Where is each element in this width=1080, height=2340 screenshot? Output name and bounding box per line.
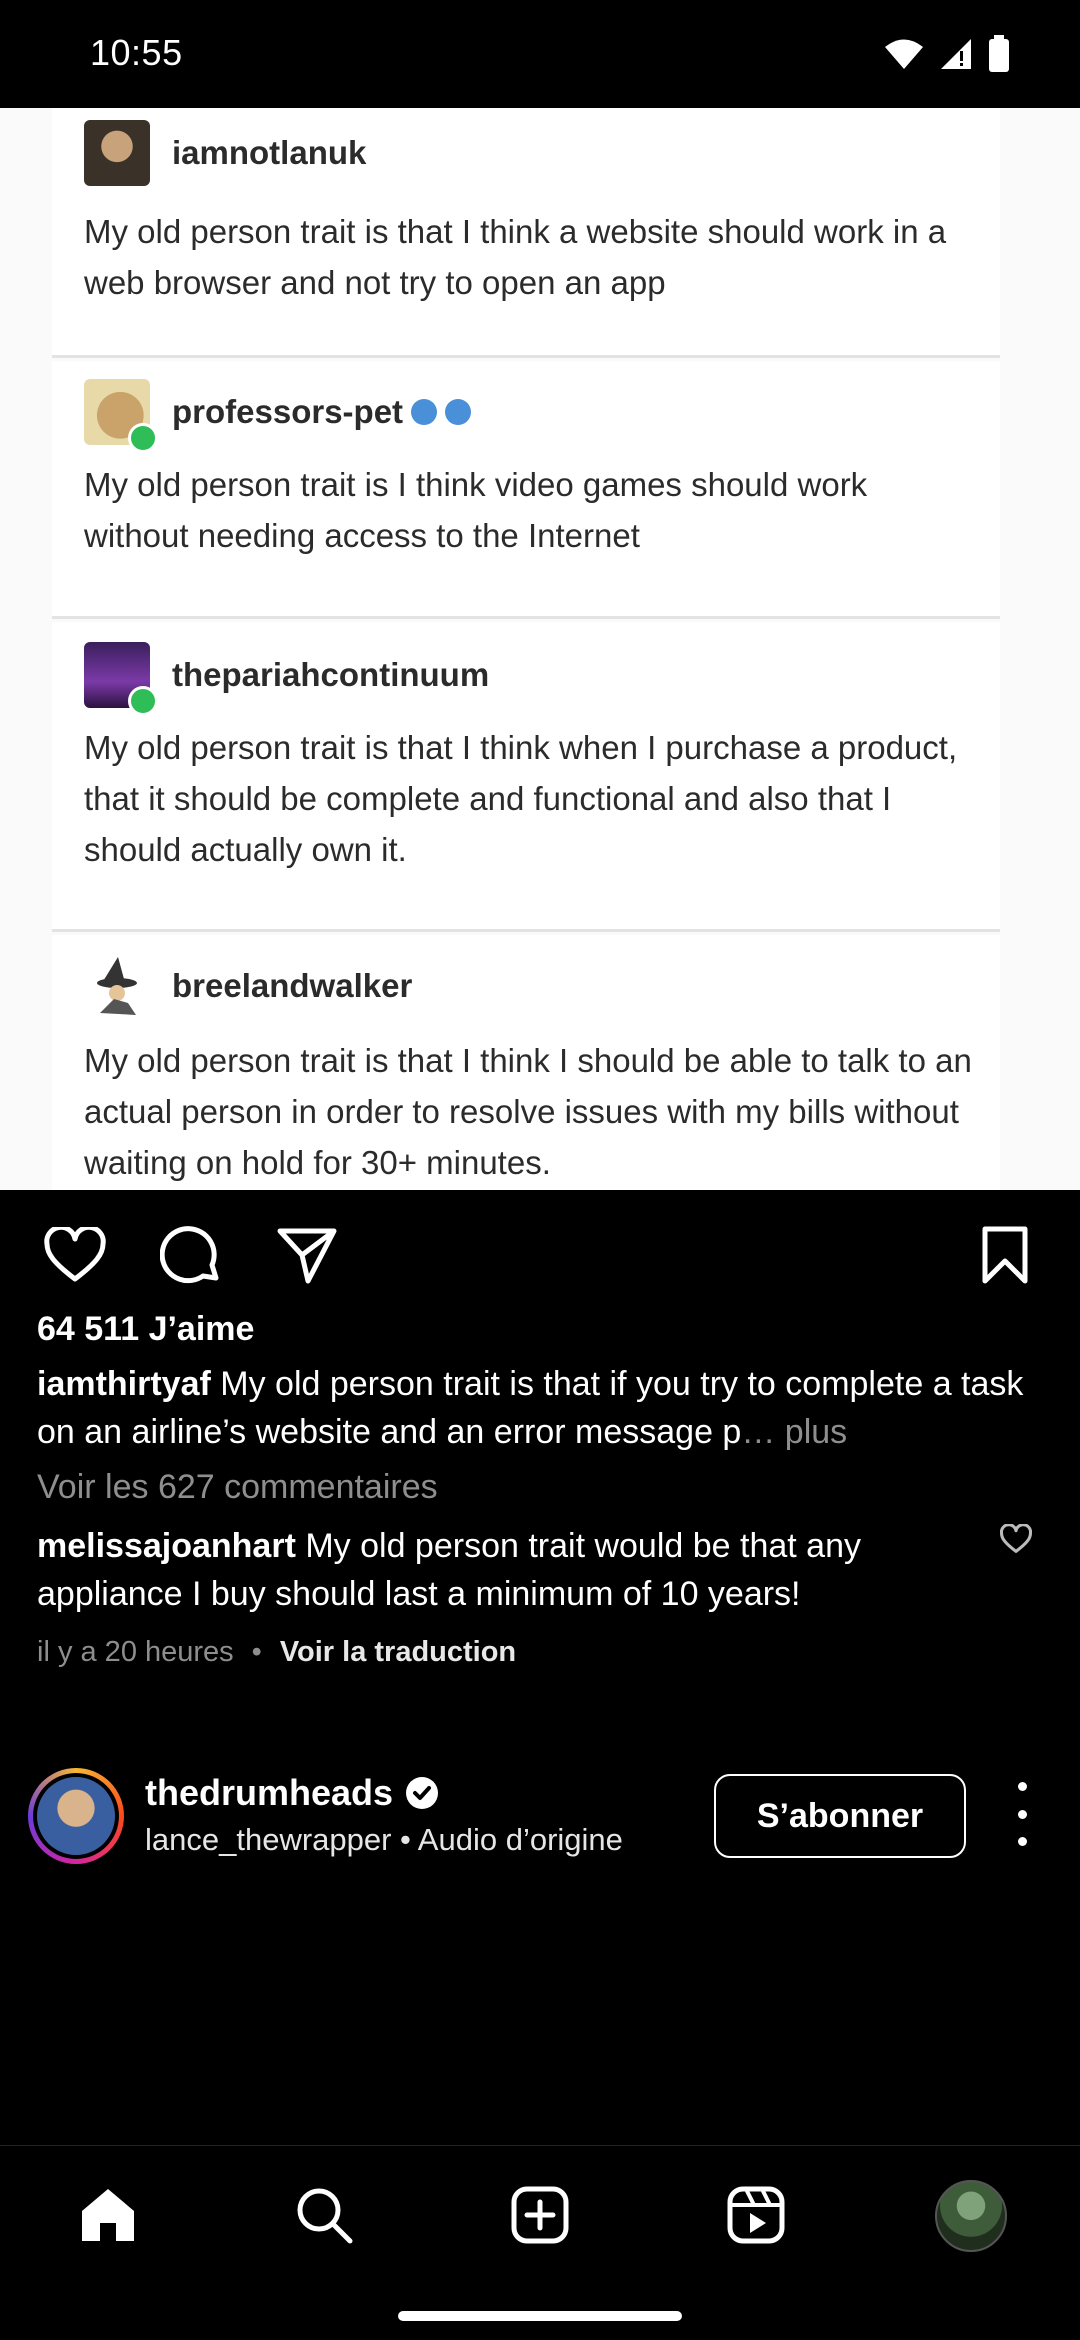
- comment-author[interactable]: melissajoanhart: [37, 1527, 296, 1565]
- share-button[interactable]: [272, 1220, 342, 1290]
- caption-more-link[interactable]: … plus: [741, 1413, 847, 1451]
- view-all-comments-link[interactable]: Voir les 627 commentaires: [37, 1468, 438, 1507]
- like-count[interactable]: 64 511 J’aime: [37, 1310, 254, 1349]
- entry-text: My old person trait is that I think I sh…: [84, 1042, 972, 1181]
- entry-text: My old person trait is I think video gam…: [84, 466, 868, 554]
- entry-username: iamnotlanuk: [172, 134, 367, 171]
- translate-link[interactable]: Voir la traduction: [280, 1636, 516, 1669]
- comment-icon: [160, 1226, 219, 1284]
- heart-icon: [999, 1523, 1033, 1553]
- next-post-username[interactable]: thedrumheads: [145, 1772, 393, 1814]
- signal-icon: [941, 39, 971, 69]
- next-post-header: thedrumheads lance_thewrapper • Audio d’…: [0, 1760, 1080, 1870]
- timestamp: il y a 20 heures: [37, 1636, 234, 1668]
- separator: •: [251, 1636, 262, 1668]
- bottom-nav: [0, 2145, 1080, 2340]
- story-avatar[interactable]: [28, 1768, 124, 1864]
- status-bar: 10:55: [0, 0, 1080, 108]
- like-button[interactable]: [40, 1220, 110, 1290]
- reels-icon: [727, 2186, 785, 2244]
- witch-icon: [97, 957, 137, 1015]
- reblog-icon: [128, 686, 158, 716]
- add-post-icon: [511, 2186, 569, 2244]
- status-icons: [884, 34, 1010, 74]
- comment-meta: il y a 20 heures • Voir la traduction: [37, 1636, 516, 1669]
- nav-create[interactable]: [505, 2180, 575, 2250]
- home-icon: [82, 2189, 134, 2241]
- entry-username: thepariahcontinuum: [172, 656, 490, 693]
- entry-text: My old person trait is that I think when…: [84, 729, 958, 868]
- bookmark-icon: [982, 1226, 1028, 1284]
- verified-badge-icon: [411, 399, 438, 425]
- verified-badge-icon: [406, 1777, 439, 1809]
- top-comment: melissajoanhart My old person trait woul…: [37, 1522, 967, 1618]
- post-actions: [0, 1190, 1080, 1320]
- search-icon: [297, 2188, 353, 2244]
- next-post-audio[interactable]: lance_thewrapper • Audio d’origine: [145, 1822, 623, 1858]
- next-post-username-row[interactable]: thedrumheads: [145, 1772, 439, 1814]
- send-icon: [277, 1228, 337, 1284]
- wifi-icon: [885, 39, 923, 69]
- nav-search[interactable]: [289, 2180, 359, 2250]
- avatar: [84, 953, 150, 1019]
- entry-username: breelandwalker: [172, 967, 413, 1004]
- avatar: [84, 642, 158, 716]
- tumblr-entry: professors-pet My old person trait is I …: [52, 361, 1000, 619]
- tumblr-entry: thepariahcontinuum My old person trait i…: [52, 622, 1000, 932]
- verified-badge-icon: [445, 399, 472, 425]
- battery-icon: [989, 35, 1009, 72]
- heart-icon: [44, 1227, 106, 1282]
- post-image[interactable]: iamnotlanuk My old person trait is that …: [0, 108, 1080, 1190]
- avatar: [37, 1777, 115, 1855]
- home-indicator[interactable]: [398, 2311, 682, 2321]
- nav-reels[interactable]: [721, 2180, 791, 2250]
- avatar: [84, 379, 158, 453]
- follow-button[interactable]: S’abonner: [714, 1774, 966, 1858]
- avatar: [84, 120, 150, 186]
- entry-text: My old person trait is that I think a we…: [84, 213, 947, 301]
- tumblr-entry: breelandwalker My old person trait is th…: [52, 935, 1000, 1190]
- comment-like-button[interactable]: [999, 1523, 1040, 1564]
- save-button[interactable]: [970, 1220, 1040, 1290]
- reblog-icon: [128, 423, 158, 453]
- post-caption[interactable]: iamthirtyaf My old person trait is that …: [37, 1360, 1037, 1456]
- entry-username: professors-pet: [172, 393, 404, 430]
- tumblr-entry: iamnotlanuk My old person trait is that …: [52, 108, 1000, 358]
- nav-home[interactable]: [73, 2180, 143, 2250]
- clock: 10:55: [90, 32, 183, 73]
- more-vertical-icon[interactable]: [1008, 1782, 1036, 1846]
- caption-author[interactable]: iamthirtyaf: [37, 1365, 211, 1403]
- nav-profile-avatar[interactable]: [935, 2180, 1007, 2252]
- comment-button[interactable]: [156, 1220, 226, 1290]
